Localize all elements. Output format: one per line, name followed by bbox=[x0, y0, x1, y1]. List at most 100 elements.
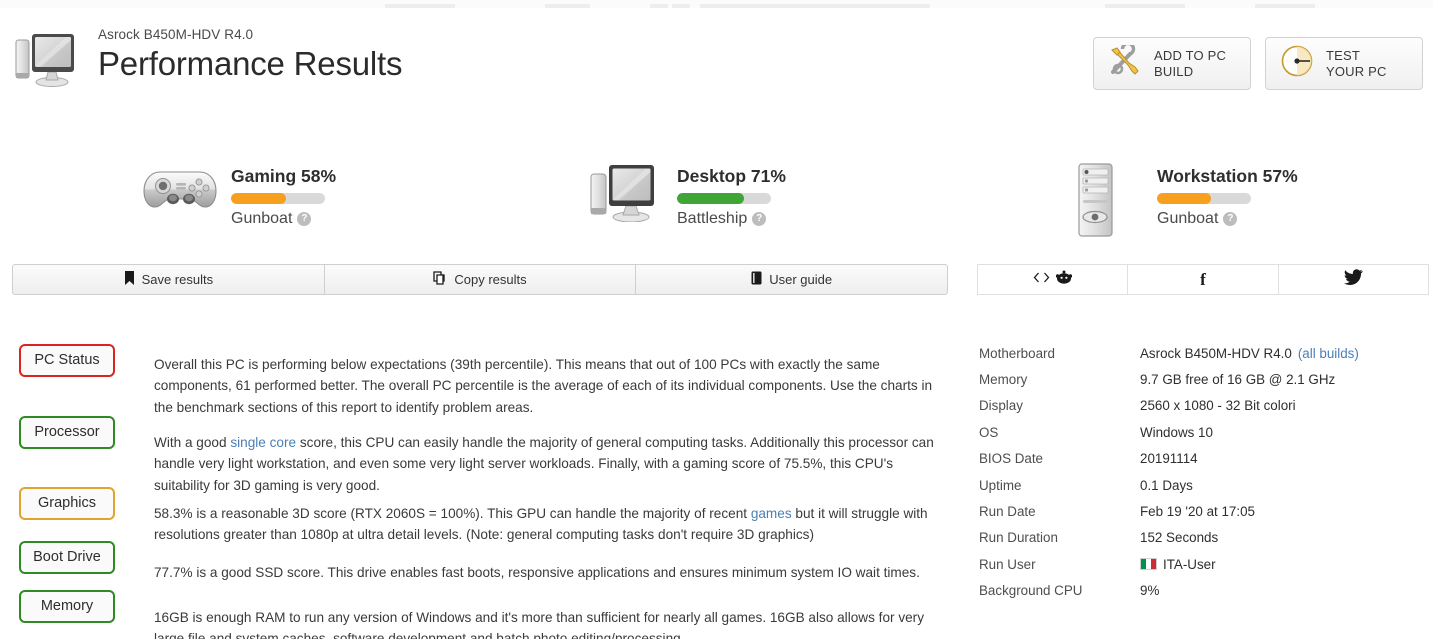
run-user-value: ITA-User bbox=[1163, 556, 1216, 572]
nav-pill-graphics[interactable]: Graphics bbox=[19, 487, 115, 520]
table-row: Background CPU 9% bbox=[979, 578, 1429, 604]
desktop-tier-label: Battleship bbox=[677, 210, 748, 227]
gaming-tier: Gunboat ? bbox=[231, 209, 336, 229]
desktop-score-bar bbox=[677, 193, 771, 204]
spec-value: 9.7 GB free of 16 GB @ 2.1 GHz bbox=[1140, 372, 1336, 388]
save-results-button[interactable]: Save results bbox=[12, 264, 324, 295]
graphics-paragraph: 58.3% is a reasonable 3D score (RTX 2060… bbox=[154, 503, 944, 546]
workstation-score-bar bbox=[1157, 193, 1251, 204]
all-builds-link[interactable]: (all builds) bbox=[1298, 346, 1359, 361]
spec-value: Windows 10 bbox=[1140, 424, 1213, 440]
share-twitter-button[interactable] bbox=[1277, 264, 1429, 295]
performance-results-page: Asrock B450M-HDV R4.0 Performance Result… bbox=[0, 0, 1433, 639]
spec-value: 0.1 Days bbox=[1140, 477, 1193, 493]
score-card-workstation: Workstation 57% Gunboat ? bbox=[1068, 160, 1298, 237]
save-results-label: Save results bbox=[141, 272, 214, 287]
workstation-help-icon[interactable]: ? bbox=[1223, 212, 1238, 226]
header-subtitle: Asrock B450M-HDV R4.0 bbox=[98, 27, 254, 42]
user-guide-label: User guide bbox=[769, 272, 833, 287]
gaming-score-title: Gaming 58% bbox=[231, 166, 337, 186]
spec-value: Feb 19 '20 at 17:05 bbox=[1140, 504, 1255, 520]
spec-value: 20191114 bbox=[1140, 451, 1198, 467]
pc-tower-icon bbox=[1068, 160, 1144, 237]
monitor-tower-icon bbox=[14, 28, 84, 90]
table-row: Uptime 0.1 Days bbox=[979, 472, 1429, 498]
graphics-text-a: 58.3% is a reasonable 3D score (RTX 2060… bbox=[154, 505, 751, 521]
workstation-tier: Gunboat ? bbox=[1157, 209, 1298, 229]
score-summary-row: Gaming 58% Gunboat ? Desktop 71% Battles… bbox=[0, 150, 1433, 250]
add-to-pc-build-button[interactable]: ADD TO PC BUILD bbox=[1093, 37, 1251, 90]
tools-icon bbox=[1108, 41, 1142, 82]
spec-key: Background CPU bbox=[979, 583, 1083, 599]
gamepad-icon bbox=[142, 160, 218, 232]
table-row: Motherboard Asrock B450M-HDV R4.0 (all b… bbox=[979, 340, 1429, 366]
header-actions: ADD TO PC BUILD TEST YOUR PC bbox=[1093, 37, 1423, 90]
copy-results-label: Copy results bbox=[454, 272, 527, 287]
spec-key: Run Date bbox=[979, 504, 1036, 520]
code-icon bbox=[1033, 271, 1050, 289]
gaming-tier-label: Gunboat bbox=[231, 210, 293, 227]
gaming-score-bar bbox=[231, 193, 325, 204]
results-toolbar: Save results Copy results User guide bbox=[12, 264, 949, 295]
share-facebook-button[interactable]: f bbox=[1127, 264, 1278, 295]
table-row: Run Date Feb 19 '20 at 17:05 bbox=[979, 498, 1429, 524]
nav-pill-memory[interactable]: Memory bbox=[19, 590, 115, 623]
spec-value: ITA-User bbox=[1140, 557, 1216, 572]
page-header: Asrock B450M-HDV R4.0 Performance Result… bbox=[0, 14, 1433, 90]
workstation-score-title: Workstation 57% bbox=[1157, 166, 1298, 186]
memory-paragraph: 16GB is enough RAM to run any version of… bbox=[154, 609, 924, 639]
table-row: Display 2560 x 1080 - 32 Bit colori bbox=[979, 393, 1429, 419]
italy-flag-icon bbox=[1140, 558, 1157, 571]
facebook-icon: f bbox=[1200, 270, 1206, 289]
book-icon bbox=[751, 271, 762, 288]
spec-value: 9% bbox=[1140, 583, 1160, 599]
bookmark-icon bbox=[124, 271, 135, 288]
processor-paragraph: With a good single core score, this CPU … bbox=[154, 432, 944, 497]
table-row: Memory 9.7 GB free of 16 GB @ 2.1 GHz bbox=[979, 366, 1429, 392]
test-your-pc-label: TEST YOUR PC bbox=[1326, 47, 1387, 79]
games-link[interactable]: games bbox=[751, 506, 792, 521]
desktop-monitor-icon bbox=[588, 160, 664, 232]
spec-key: BIOS Date bbox=[979, 451, 1044, 467]
boot-drive-paragraph: 77.7% is a good SSD score. This drive en… bbox=[154, 564, 920, 580]
processor-text-a: With a good bbox=[154, 434, 231, 450]
social-share-bar: f bbox=[977, 264, 1429, 295]
desktop-tier: Battleship ? bbox=[677, 209, 786, 229]
desktop-score-title: Desktop 71% bbox=[677, 166, 786, 186]
top-nav-sliver bbox=[0, 0, 1433, 8]
spec-key: Memory bbox=[979, 372, 1028, 388]
gauge-icon bbox=[1280, 44, 1314, 83]
desktop-help-icon[interactable]: ? bbox=[752, 212, 767, 226]
copy-results-button[interactable]: Copy results bbox=[323, 264, 636, 295]
spec-value: 2560 x 1080 - 32 Bit colori bbox=[1140, 398, 1296, 414]
pc-status-paragraph: Overall this PC is performing below expe… bbox=[154, 356, 933, 415]
add-to-pc-build-label: ADD TO PC BUILD bbox=[1154, 47, 1227, 79]
twitter-icon bbox=[1343, 269, 1363, 290]
user-guide-button[interactable]: User guide bbox=[635, 264, 949, 295]
spec-key: OS bbox=[979, 424, 999, 440]
page-title: Performance Results bbox=[98, 45, 403, 82]
copy-icon bbox=[433, 271, 447, 288]
share-code-reddit-button[interactable] bbox=[977, 264, 1128, 295]
spec-key: Run Duration bbox=[979, 530, 1058, 546]
score-card-desktop: Desktop 71% Battleship ? bbox=[588, 160, 786, 232]
nav-pill-boot-drive[interactable]: Boot Drive bbox=[19, 541, 115, 574]
test-your-pc-button[interactable]: TEST YOUR PC bbox=[1265, 37, 1423, 90]
nav-pill-processor[interactable]: Processor bbox=[19, 416, 115, 449]
spec-key: Run User bbox=[979, 556, 1036, 572]
motherboard-value: Asrock B450M-HDV R4.0 bbox=[1140, 345, 1292, 361]
nav-pill-pc-status[interactable]: PC Status bbox=[19, 344, 115, 377]
spec-key: Uptime bbox=[979, 477, 1022, 493]
spec-key: Display bbox=[979, 398, 1023, 414]
workstation-tier-label: Gunboat bbox=[1157, 210, 1219, 227]
header-text-block: Asrock B450M-HDV R4.0 Performance Result… bbox=[98, 27, 403, 84]
spec-value: Asrock B450M-HDV R4.0 (all builds) bbox=[1140, 346, 1359, 361]
reddit-icon bbox=[1055, 270, 1073, 289]
single-core-link[interactable]: single core bbox=[230, 435, 296, 450]
system-specs-table: Motherboard Asrock B450M-HDV R4.0 (all b… bbox=[979, 340, 1429, 604]
table-row: Run Duration 152 Seconds bbox=[979, 525, 1429, 551]
table-row: Run User ITA-User bbox=[979, 551, 1429, 577]
gaming-help-icon[interactable]: ? bbox=[297, 212, 312, 226]
spec-key: Motherboard bbox=[979, 345, 1055, 361]
spec-value: 152 Seconds bbox=[1140, 530, 1219, 546]
